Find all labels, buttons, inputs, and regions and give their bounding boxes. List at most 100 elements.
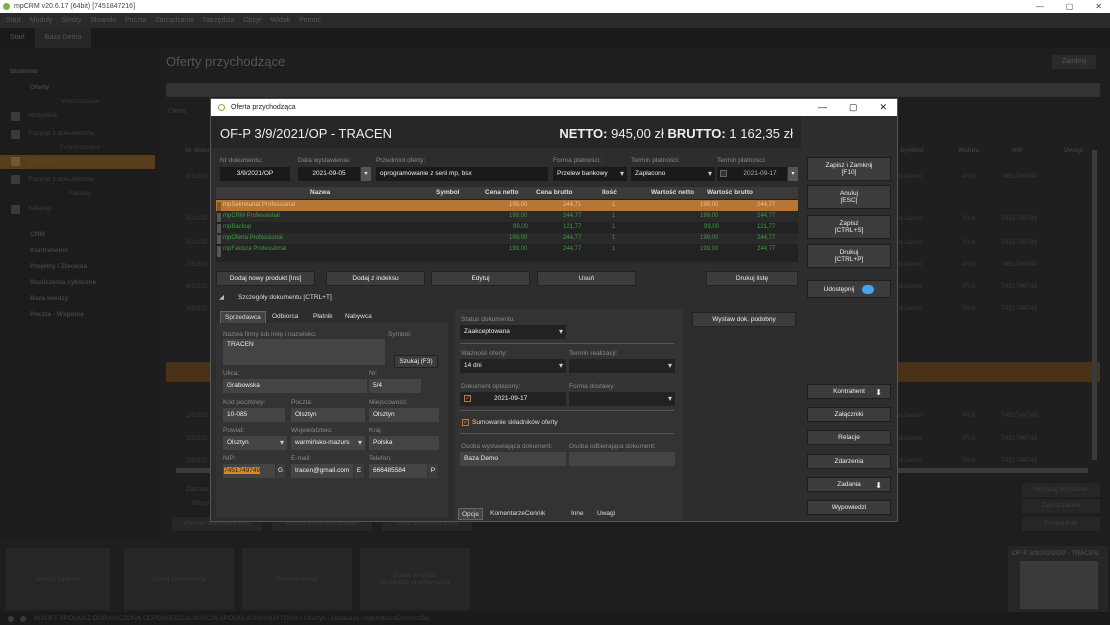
dialog-minimize-button[interactable]: — — [818, 99, 827, 116]
add-product-button[interactable]: Dodaj nowy produkt [Ins] — [216, 271, 315, 286]
table-row[interactable]: mpCRM Professional 199,00 244,77 1 199,0… — [216, 211, 798, 224]
edit-product-button[interactable]: Edytuj — [431, 271, 530, 286]
doc-status-select[interactable]: Zaakceptowana — [460, 325, 566, 339]
sidebar-item[interactable]: Pozycje z dokumentów — [28, 127, 94, 141]
add-from-index-button[interactable]: Dodaj z indeksu — [326, 271, 425, 286]
column-header-quantity[interactable]: Ilość — [602, 189, 617, 196]
payment-date-checkbox[interactable] — [720, 170, 727, 177]
validity-select[interactable]: 14 dni — [460, 359, 566, 373]
load-all-button[interactable]: Wczytaj wszystkie — [1022, 483, 1100, 497]
offer-subject-field[interactable]: oprogramowanie z serii mp, bsx — [376, 167, 548, 181]
voivodeship-select[interactable]: warmińsko-mazurs — [291, 436, 365, 450]
tile-add-shortcut[interactable]: Dodaj przypisz Szybkiego uruchamiania — [360, 548, 470, 610]
menu-skroty[interactable]: Skróty — [61, 17, 81, 24]
events-button[interactable]: Zdarzenia — [807, 454, 891, 469]
phone-field[interactable]: 666485584 — [369, 464, 427, 478]
search-button[interactable]: Szukaj (F3) — [394, 355, 438, 368]
payment-date-field[interactable]: 2021-09-17 — [717, 167, 787, 181]
print-products-button[interactable]: Drukuj listę — [706, 271, 798, 286]
paid-checkbox[interactable]: ✓ — [464, 395, 471, 402]
column-header-net-price[interactable]: Cena netto — [485, 189, 519, 196]
payment-status-select[interactable]: Zapłacono — [631, 167, 715, 181]
menu-poczta[interactable]: Poczta — [125, 17, 146, 24]
column-header[interactable]: Symbol — [900, 147, 923, 154]
nip-field[interactable]: 7451749749 — [223, 464, 275, 478]
print-list-button[interactable]: Drukuj listę — [1022, 517, 1100, 531]
dialog-close-button[interactable]: ✕ — [879, 99, 887, 116]
close-module-button[interactable]: Zamknij — [1052, 55, 1096, 69]
sidebar-item[interactable]: Katalogi — [28, 202, 52, 216]
tile-add-contractor[interactable]: Dodaj kontrahenta — [124, 548, 234, 610]
menu-widok[interactable]: Widok — [271, 17, 290, 24]
column-header-gross-price[interactable]: Cena brutto — [536, 189, 572, 196]
menu-slowniki[interactable]: Słowniki — [90, 17, 116, 24]
email-field[interactable]: tracen@gmail.com — [291, 464, 353, 478]
menu-start[interactable]: Start — [6, 17, 21, 24]
issue-similar-button[interactable]: Wystaw dok. podobny — [692, 312, 796, 327]
select-all-label[interactable]: Wszy — [192, 500, 209, 507]
table-row[interactable]: mpOferta Professional 199,00 244,77 1 19… — [216, 233, 798, 246]
call-phone-button[interactable]: P — [428, 464, 438, 478]
tasks-button[interactable]: Zadania ⬇ — [807, 477, 891, 492]
tab-seller[interactable]: Sprzedawca — [220, 311, 266, 323]
sum-components-checkbox[interactable]: ✓ — [462, 419, 469, 426]
tab-buyer[interactable]: Nabywca — [341, 311, 376, 323]
menu-pomoc[interactable]: Pomoc — [299, 17, 321, 24]
delivery-select[interactable] — [569, 392, 675, 406]
minimize-button[interactable]: — — [1036, 0, 1044, 13]
sidebar-item[interactable]: Wszystkie — [28, 109, 57, 123]
send-email-button[interactable]: E — [354, 464, 364, 478]
issuer-field[interactable]: Baza Demo — [460, 452, 566, 466]
paid-date-field[interactable]: ✓ 2021-09-17 — [460, 392, 566, 406]
contractor-button[interactable]: Kontrahent ⬇ — [807, 384, 891, 399]
realization-select[interactable] — [569, 359, 675, 373]
menu-opcje[interactable]: Opcje — [243, 17, 261, 24]
tab-pricelist[interactable]: Cennik — [522, 508, 548, 520]
tab-start[interactable]: Start — [0, 28, 35, 48]
menu-zarzadzanie[interactable]: Zarządzanie — [155, 17, 194, 24]
delete-product-button[interactable]: Usuń — [537, 271, 636, 286]
vertical-scrollbar[interactable] — [1092, 150, 1097, 460]
number-field[interactable]: 5/4 — [369, 379, 421, 393]
receiver-field[interactable] — [569, 452, 675, 466]
street-field[interactable]: Grabowska — [223, 379, 367, 393]
tab-receiver[interactable]: Odbiorca — [268, 311, 302, 323]
column-header-symbol[interactable]: Symbol — [436, 189, 459, 196]
column-header-net-value[interactable]: Wartość netto — [651, 189, 694, 196]
tab-other[interactable]: Inne — [568, 508, 587, 520]
save-table-button[interactable]: Zapisz tabelę — [1022, 499, 1100, 513]
sidebar-item-selected[interactable]: Wszystkie — [28, 155, 57, 169]
tab-notes[interactable]: Uwagi — [594, 508, 618, 520]
company-name-field[interactable]: TRACEN — [223, 339, 385, 365]
city-field[interactable]: Olsztyn — [369, 408, 439, 422]
tab-options[interactable]: Opcje — [458, 508, 483, 520]
share-button[interactable]: Udostępnij — [807, 280, 891, 298]
table-row-selected[interactable]: mpSekretariat Professional 198,00 244,71… — [216, 200, 798, 213]
print-button[interactable]: Drukuj [CTRL+P] — [807, 244, 891, 268]
sidebar-module[interactable]: Baza wiedzy — [30, 292, 68, 306]
calendar-icon[interactable]: ▾ — [361, 167, 371, 181]
save-button[interactable]: Zapisz [CTRL+S] — [807, 215, 891, 239]
search-input[interactable] — [166, 83, 1100, 97]
details-toggle[interactable]: ◢ Szczegóły dokumentu [CTRL+T] — [219, 293, 332, 301]
postal-code-field[interactable]: 10-085 — [223, 408, 285, 422]
attachments-button[interactable]: Załączniki — [807, 407, 891, 422]
maximize-button[interactable]: ▢ — [1066, 0, 1074, 13]
dialog-maximize-button[interactable]: ▢ — [849, 99, 858, 116]
tile-create-task[interactable]: Utwórz zadanie — [6, 548, 110, 610]
column-header[interactable]: Nr doku — [185, 147, 210, 154]
sidebar-section-slubiono[interactable]: Słubiono — [10, 65, 38, 79]
menu-narzedzia[interactable]: Narzędzia — [203, 17, 235, 24]
menu-moduly[interactable]: Moduły — [30, 17, 53, 24]
save-and-close-button[interactable]: Zapisz i Zamknij [F10] — [807, 157, 891, 181]
select-label[interactable]: Zaznacz — [186, 486, 212, 493]
calendar-icon[interactable]: ▾ — [788, 167, 798, 181]
close-button[interactable]: ✕ — [1095, 0, 1102, 13]
symbol-field[interactable] — [388, 339, 440, 353]
statements-button[interactable]: Wypowiedzi — [807, 500, 891, 515]
column-header[interactable]: NIP — [1012, 147, 1023, 154]
sidebar-module[interactable]: CRM — [30, 228, 45, 242]
post-office-field[interactable]: Olsztyn — [291, 408, 365, 422]
sidebar-module[interactable]: Kontrahenci — [30, 244, 68, 258]
gus-lookup-button[interactable]: G — [276, 464, 285, 478]
